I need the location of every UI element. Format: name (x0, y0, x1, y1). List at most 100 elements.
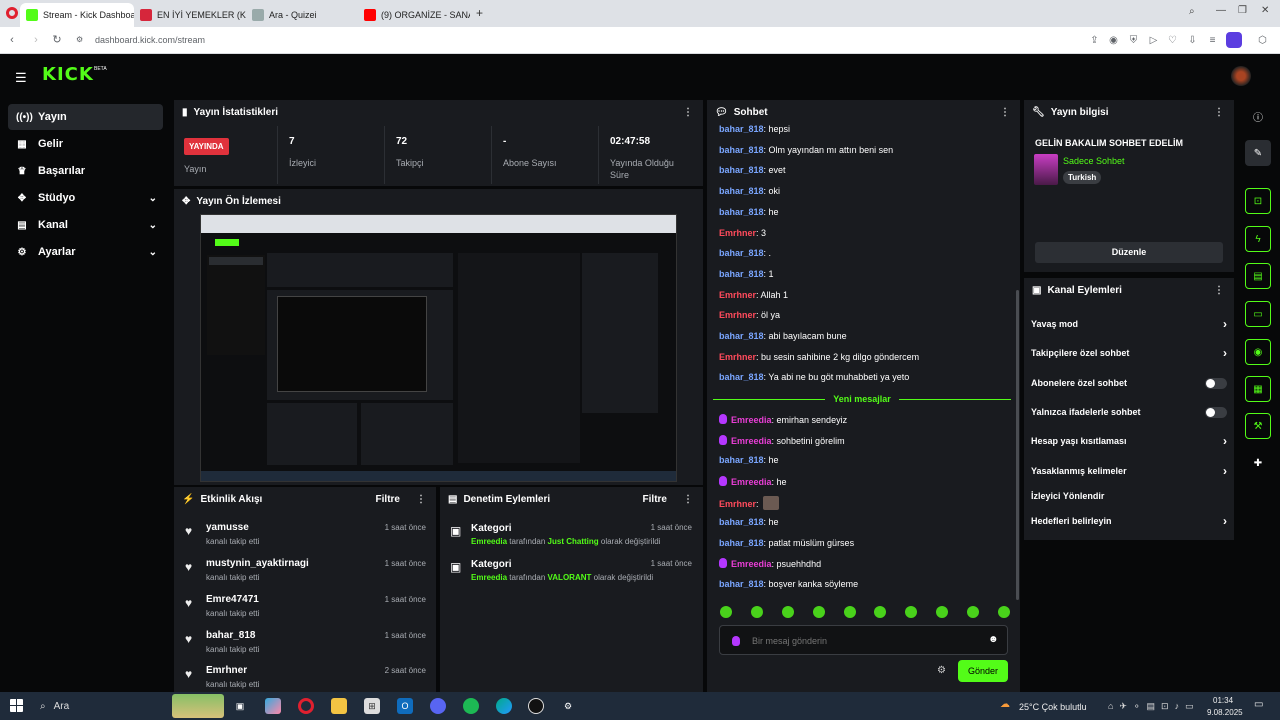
obs-icon[interactable] (528, 698, 544, 714)
clip-icon[interactable]: ⊡ (1245, 188, 1271, 214)
chat-username[interactable]: bahar_818 (719, 269, 764, 279)
download-icon[interactable]: ⇩ (1186, 34, 1199, 47)
action-goals[interactable]: Hedefleri belirleyin › (1031, 511, 1227, 531)
weather-text[interactable]: 25°C Çok bulutlu (1019, 702, 1087, 712)
action-subscribers-only[interactable]: Abonelere özel sohbet (1031, 373, 1227, 393)
opera-taskbar-icon[interactable] (298, 698, 314, 714)
chat-username[interactable]: bahar_818 (719, 517, 764, 527)
maximize-button[interactable]: ❐ (1238, 5, 1247, 16)
profile-icon[interactable] (1226, 32, 1242, 48)
menu-lines-icon[interactable]: ≡ (1206, 34, 1219, 47)
more-options-icon[interactable]: ⋮ (1000, 107, 1010, 118)
chat-username[interactable]: bahar_818 (719, 165, 764, 175)
info-icon[interactable]: ⓘ (1245, 103, 1271, 129)
tab-youtube[interactable]: (9) ORGANİZE - SANA AN… (358, 3, 470, 27)
chat-username[interactable]: bahar_818 (719, 372, 764, 382)
chat-input-box[interactable]: ☻ (719, 625, 1008, 655)
reload-icon[interactable]: ↻ (50, 33, 64, 47)
kick-logo[interactable]: KICK (42, 64, 94, 85)
emote-only-toggle[interactable] (1205, 406, 1227, 418)
sidebar-item-studyo[interactable]: ✥ Stüdyo ⌄ (8, 185, 163, 211)
emote-icon[interactable] (874, 606, 887, 618)
chat-username[interactable]: Emreedia (731, 559, 772, 569)
moderation-user[interactable]: Emreedia (471, 573, 507, 582)
spotify-icon[interactable] (463, 698, 479, 714)
windows-start-icon[interactable] (10, 699, 23, 712)
emote-icon[interactable] (997, 606, 1010, 618)
activity-user[interactable]: bahar_818 (206, 630, 255, 641)
action-banned-words[interactable]: Yasaklanmış kelimeler › (1031, 461, 1227, 481)
emote-icon[interactable] (905, 606, 918, 618)
chat-username[interactable]: bahar_818 (719, 145, 764, 155)
hamburger-menu-icon[interactable]: ☰ (15, 70, 27, 86)
lightning-icon[interactable]: ϟ (1245, 226, 1271, 252)
filter-button[interactable]: Filtre (376, 494, 400, 505)
emote-icon[interactable] (720, 606, 732, 618)
emote-icon[interactable] (750, 606, 763, 618)
sidebar-item-ayarlar[interactable]: ⚙ Ayarlar ⌄ (8, 239, 163, 265)
chat-input[interactable] (752, 633, 972, 649)
chat-username[interactable]: Emreedia (731, 436, 772, 446)
chat-username[interactable]: bahar_818 (719, 248, 764, 258)
subscribers-only-toggle[interactable] (1205, 377, 1227, 389)
copilot-icon[interactable] (265, 698, 281, 714)
moderation-value[interactable]: VALORANT (548, 573, 592, 582)
emote-icon[interactable] (936, 606, 949, 618)
add-widget-icon[interactable]: ✚ (1245, 450, 1271, 476)
filter-button[interactable]: Filtre (643, 494, 667, 505)
more-options-icon[interactable]: ⋮ (1214, 285, 1224, 296)
sidebar-item-basarilar[interactable]: ♛ Başarılar (8, 158, 163, 184)
shield-icon[interactable]: ⛨ (1127, 34, 1140, 47)
chat-username[interactable]: bahar_818 (719, 186, 764, 196)
extensions-icon[interactable]: ⬡ (1256, 34, 1269, 47)
broadcast-icon[interactable]: ◉ (1245, 339, 1271, 365)
more-options-icon[interactable]: ⋮ (1214, 107, 1224, 118)
activity-user[interactable]: Emre47471 (206, 594, 259, 605)
search-tabs-icon[interactable]: ⌕ (1189, 6, 1195, 17)
tools-icon[interactable]: ⚒ (1245, 413, 1271, 439)
opera-icon[interactable] (6, 7, 18, 19)
heart-icon[interactable]: ♡ (1166, 34, 1179, 47)
chat-icon[interactable]: ▭ (1245, 301, 1271, 327)
back-icon[interactable]: ‹ (5, 33, 19, 47)
chat-username[interactable]: bahar_818 (719, 207, 764, 217)
notes-icon[interactable]: ▤ (1245, 263, 1271, 289)
sidebar-item-gelir[interactable]: ▦ Gelir (8, 131, 163, 157)
chat-username[interactable]: bahar_818 (719, 124, 764, 134)
chat-username[interactable]: Emrhner (719, 310, 756, 320)
clock-time[interactable]: 01:34 (1213, 696, 1233, 705)
outlook-icon[interactable]: O (397, 698, 413, 714)
tray-icons[interactable]: ⌂✈⚬▤⊡♪▭ (1108, 701, 1200, 712)
camera-icon[interactable]: ◉ (1107, 34, 1120, 47)
chat-username[interactable]: bahar_818 (719, 538, 764, 548)
stream-preview-video[interactable] (200, 214, 677, 482)
sidebar-item-yayin[interactable]: ((•)) Yayın (8, 104, 163, 130)
chat-username[interactable]: Emrhner (719, 290, 756, 300)
discord-icon[interactable] (430, 698, 446, 714)
activity-user[interactable]: mustynin_ayaktirnagi (206, 558, 309, 569)
tab-quizei[interactable]: Ara - Quizei (246, 3, 358, 27)
send-button[interactable]: Gönder (958, 660, 1008, 682)
action-followers-only[interactable]: Takipçilere özel sohbet › (1031, 343, 1227, 363)
chat-username[interactable]: Emrhner (719, 352, 756, 362)
chat-username[interactable]: Emrhner (719, 228, 756, 238)
close-window-button[interactable]: ✕ (1261, 5, 1269, 16)
emote-icon[interactable] (843, 606, 856, 618)
sidebar-item-kanal[interactable]: ▤ Kanal ⌄ (8, 212, 163, 238)
emote-icon[interactable] (812, 606, 825, 618)
chat-username[interactable]: bahar_818 (719, 579, 764, 589)
activity-user[interactable]: yamusse (206, 522, 249, 533)
chat-scrollbar[interactable] (1016, 290, 1019, 600)
more-options-icon[interactable]: ⋮ (683, 107, 693, 118)
minimize-button[interactable]: — (1216, 5, 1226, 16)
action-emote-only[interactable]: Yalnızca ifadelerle sohbet (1031, 402, 1227, 422)
chat-username[interactable]: Emreedia (731, 415, 772, 425)
action-slow-mode[interactable]: Yavaş mod › (1031, 314, 1227, 334)
settings-taskbar-icon[interactable]: ⚙ (560, 698, 576, 714)
chat-username[interactable]: bahar_818 (719, 455, 764, 465)
user-avatar[interactable] (1231, 66, 1251, 86)
chat-settings-icon[interactable]: ⚙ (937, 665, 946, 676)
store-icon[interactable]: ⊞ (364, 698, 380, 714)
category-link[interactable]: Sadece Sohbet (1063, 156, 1125, 166)
chat-username[interactable]: Emrhner (719, 499, 756, 509)
